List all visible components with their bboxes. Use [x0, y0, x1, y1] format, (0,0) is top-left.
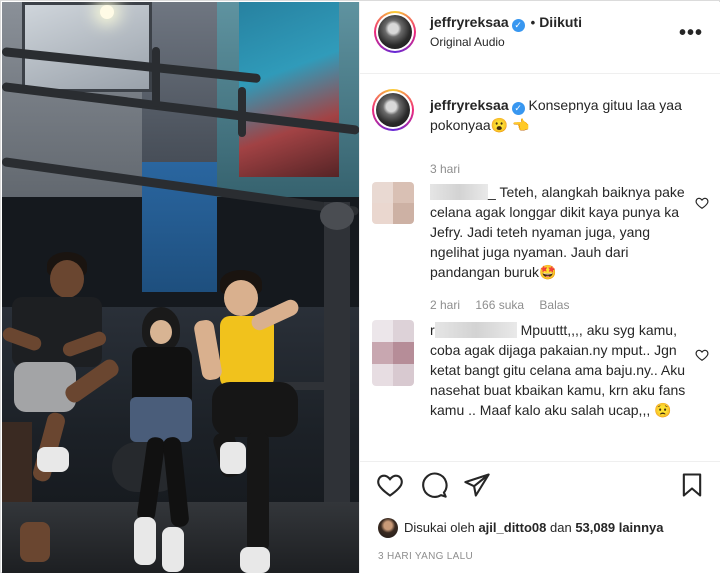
ceiling-lamp — [100, 5, 114, 19]
more-options-icon[interactable]: ••• — [679, 22, 703, 45]
bookmark-icon[interactable] — [678, 471, 706, 499]
blurred-avatar[interactable] — [372, 320, 414, 386]
post-window: jeffryreksaa ✓ • Diikuti Original Audio •••… — [0, 0, 720, 573]
reply-button[interactable]: Balas — [539, 298, 569, 312]
separator-dot: • — [530, 15, 536, 30]
likes-summary: Disukai oleh ajil_ditto08 dan 53,089 lai… — [378, 518, 664, 538]
other-likes-count[interactable]: 53,089 lainnya — [575, 520, 663, 535]
caption-username[interactable]: jeffryreksaa — [430, 97, 509, 113]
pulley — [320, 202, 354, 230]
bar-bracket — [152, 47, 160, 107]
author-info: jeffryreksaa ✓ • Diikuti — [430, 14, 582, 32]
likes-conjunction: dan — [550, 520, 572, 535]
comment-like-heart-icon[interactable] — [695, 196, 709, 210]
comments-list[interactable]: jeffryreksaa ✓ Konsepnya gituu laa yaa po… — [360, 75, 720, 461]
comment-text: r Mpuuttt,,,, aku syg kamu, coba agak di… — [430, 320, 692, 420]
comment-meta: 2 hari 166 suka Balas — [430, 298, 581, 312]
audio-label[interactable]: Original Audio — [430, 35, 505, 49]
cable-machine — [324, 202, 350, 502]
post-header: jeffryreksaa ✓ • Diikuti Original Audio ••• — [360, 2, 720, 74]
liker-avatar[interactable] — [378, 518, 398, 538]
post-actions: Disukai oleh ajil_ditto08 dan 53,089 lai… — [360, 461, 720, 573]
comment-likes[interactable]: 166 suka — [475, 298, 524, 312]
post-video[interactable] — [2, 2, 359, 573]
comment-username-suffix: _ — [488, 184, 496, 200]
verified-badge-icon: ✓ — [511, 102, 525, 115]
caption-time[interactable]: 3 hari — [430, 162, 460, 176]
author-avatar[interactable] — [374, 11, 416, 53]
post-date[interactable]: 3 HARI YANG LALU — [378, 551, 473, 562]
likes-prefix: Disukai oleh — [404, 520, 475, 535]
verified-badge-icon: ✓ — [511, 19, 525, 32]
heart-icon[interactable] — [376, 471, 404, 499]
post-details-panel: jeffryreksaa ✓ • Diikuti Original Audio •••… — [359, 2, 720, 573]
bar-bracket — [238, 87, 246, 137]
first-liker-username[interactable]: ajil_ditto08 — [478, 520, 546, 535]
comment-time[interactable]: 2 hari — [430, 298, 460, 312]
gym-window — [22, 2, 152, 92]
blurred-username[interactable] — [430, 184, 488, 200]
caption-avatar[interactable] — [372, 89, 414, 131]
comment-like-heart-icon[interactable] — [695, 348, 709, 362]
follow-status-button[interactable]: Diikuti — [539, 14, 582, 30]
author-username[interactable]: jeffryreksaa — [430, 14, 509, 30]
share-icon[interactable] — [463, 471, 491, 499]
comment-text: _ Teteh, alangkah baiknya pake celana ag… — [430, 182, 692, 282]
wall-mural — [239, 2, 339, 177]
caption-text: jeffryreksaa ✓ Konsepnya gituu laa yaa po… — [430, 95, 710, 135]
blurred-avatar[interactable] — [372, 182, 414, 224]
blurred-username[interactable] — [434, 322, 517, 338]
comment-icon[interactable] — [420, 471, 448, 499]
